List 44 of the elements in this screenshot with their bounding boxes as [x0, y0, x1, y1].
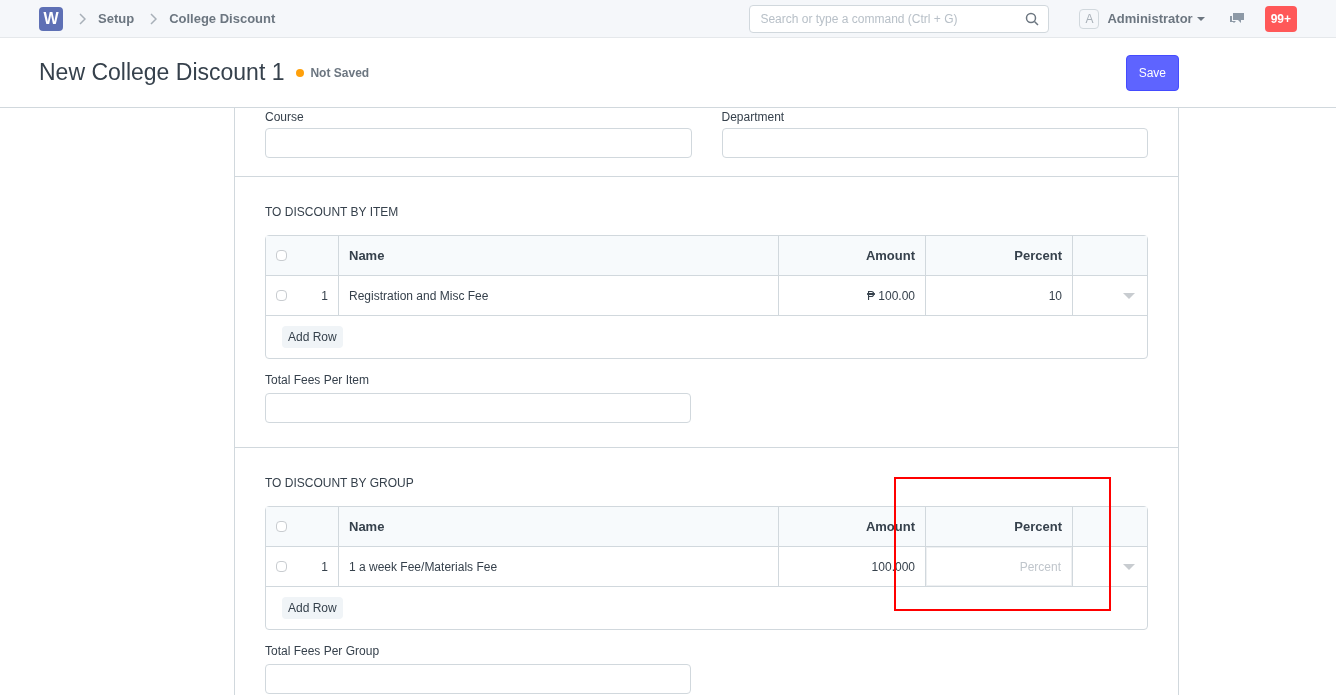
breadcrumb-link[interactable]: College Discount — [169, 8, 276, 29]
row-number: 1 — [321, 287, 328, 305]
column-header: Percent — [1014, 517, 1062, 536]
status-indicator: Not Saved — [310, 64, 370, 82]
table-cell-text: 1 a week Fee/Materials Fee — [349, 558, 498, 576]
select-all-checkbox[interactable] — [276, 250, 287, 261]
field-label: Department — [721, 109, 786, 126]
add-row-button[interactable]: Add Row — [282, 326, 343, 348]
input-field[interactable] — [265, 393, 691, 423]
input-field[interactable] — [265, 664, 691, 694]
column-header: Percent — [1014, 246, 1062, 265]
input-field[interactable] — [721, 128, 1148, 158]
caret-icon — [1196, 16, 1205, 21]
table-cell-text: ₱ 100.00 — [866, 287, 915, 305]
section-heading: TO DISCOUNT BY ITEM — [265, 205, 399, 219]
table-cell-text: Registration and Misc Fee — [349, 287, 489, 305]
row-checkbox[interactable] — [276, 561, 287, 572]
field-label: Total Fees Per Item — [265, 372, 371, 389]
select-all-checkbox[interactable] — [276, 521, 287, 532]
section-heading: TO DISCOUNT BY GROUP — [265, 476, 414, 490]
table-cell-text: 10 — [1048, 287, 1062, 305]
search-field[interactable]: Search or type a command (Ctrl + G) — [749, 4, 1050, 33]
dropdown-caret-icon[interactable] — [1123, 292, 1135, 299]
column-header: Amount — [865, 246, 915, 265]
row-number: 1 — [321, 558, 328, 576]
column-header: Name — [349, 246, 385, 265]
field-label: Total Fees Per Group — [265, 643, 381, 660]
row-checkbox[interactable] — [276, 290, 287, 301]
breadcrumb-link[interactable]: Setup — [98, 8, 135, 29]
chevron-right-icon — [79, 12, 86, 25]
add-row-button[interactable]: Add Row — [282, 597, 343, 619]
page-title: New College Discount 1 — [39, 58, 285, 88]
chevron-right-icon — [150, 12, 158, 25]
search-icon — [1025, 11, 1040, 26]
chat-icon[interactable] — [1228, 11, 1245, 26]
percent-input[interactable]: Percent — [926, 547, 1072, 586]
input-field[interactable] — [265, 128, 692, 158]
field-label: Course — [265, 109, 305, 126]
column-header: Name — [349, 517, 385, 536]
app-logo[interactable]: W — [39, 6, 63, 31]
notification-badge[interactable]: 99+ — [1264, 5, 1297, 32]
save-button[interactable]: Save — [1125, 54, 1179, 91]
user-menu[interactable]: Administrator — [1107, 8, 1205, 29]
dropdown-caret-icon[interactable] — [1123, 563, 1135, 570]
